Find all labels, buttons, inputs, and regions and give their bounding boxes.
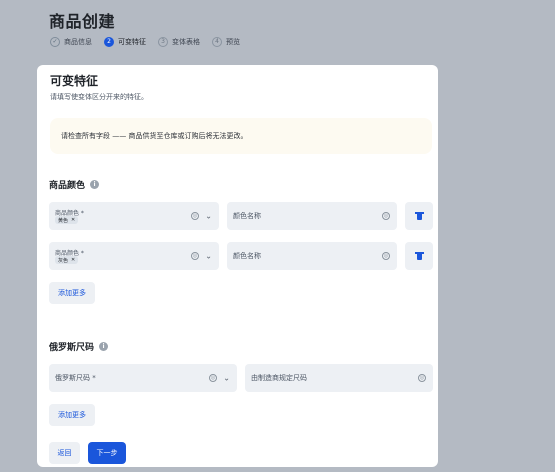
color-select[interactable]: 商品颜色 * 灰色 ✕ ◎ ⌄	[49, 242, 219, 270]
step-label: 商品信息	[64, 38, 92, 46]
color-tag: 黄色 ✕	[55, 216, 79, 224]
size-section-title: 俄罗斯尺码 i	[49, 340, 109, 353]
stepper: ✓ 商品信息 2 可变特征 3 变体表格 4 预览	[50, 36, 252, 48]
color-name-input[interactable]: 颜色名称 ◎	[227, 202, 397, 230]
translate-icon[interactable]: ◎	[209, 374, 217, 382]
size-select[interactable]: 俄罗斯尺码 * ◎ ⌄	[49, 364, 237, 392]
field-placeholder: 俄罗斯尺码 *	[55, 374, 96, 382]
step-variant-table[interactable]: 3 变体表格	[158, 37, 200, 47]
field-placeholder: 颜色名称	[233, 252, 261, 260]
chevron-down-icon[interactable]: ⌄	[205, 252, 212, 261]
maker-size-input[interactable]: 由制造商规定尺码 ◎	[245, 364, 433, 392]
translate-icon[interactable]: ◎	[418, 374, 426, 382]
chevron-down-icon[interactable]: ⌄	[205, 212, 212, 221]
check-icon: ✓	[50, 37, 60, 47]
notice-text: 请检查所有字段 —— 商品供货至仓库或订购后将无法更改。	[61, 132, 248, 140]
translate-icon[interactable]: ◎	[191, 212, 199, 220]
card-subtitle: 请填写使变体区分开来的特征。	[50, 93, 148, 101]
step-product-info[interactable]: ✓ 商品信息	[50, 37, 92, 47]
step-preview[interactable]: 4 预览	[212, 37, 240, 47]
next-button[interactable]: 下一步	[88, 442, 126, 464]
field-placeholder: 颜色名称	[233, 212, 261, 220]
back-button[interactable]: 返回	[49, 442, 80, 464]
chevron-down-icon[interactable]: ⌄	[223, 374, 230, 383]
step-number: 4	[212, 37, 222, 47]
add-more-colors-button[interactable]: 添加更多	[49, 282, 95, 304]
tag-text: 黄色	[58, 217, 69, 224]
step-variable-features[interactable]: 2 可变特征	[104, 37, 146, 47]
card-title: 可变特征	[50, 74, 99, 88]
step-label: 可变特征	[118, 38, 146, 46]
trash-icon	[414, 212, 424, 220]
size-section-label: 俄罗斯尺码	[49, 343, 95, 353]
color-section-title: 商品颜色 i	[49, 178, 100, 191]
tag-text: 灰色	[58, 257, 69, 264]
tag-remove-icon[interactable]: ✕	[71, 257, 75, 263]
translate-icon[interactable]: ◎	[191, 252, 199, 260]
color-name-input[interactable]: 颜色名称 ◎	[227, 242, 397, 270]
delete-button[interactable]	[405, 202, 433, 230]
page-title: 商品创建	[49, 12, 116, 31]
trash-icon	[414, 252, 424, 260]
color-tag: 灰色 ✕	[55, 256, 79, 264]
color-select[interactable]: 商品颜色 * 黄色 ✕ ◎ ⌄	[49, 202, 219, 230]
variable-features-card: 可变特征 请填写使变体区分开来的特征。 请检查所有字段 —— 商品供货至仓库或订…	[37, 65, 438, 467]
translate-icon[interactable]: ◎	[382, 212, 390, 220]
info-icon[interactable]: i	[90, 180, 100, 189]
tag-remove-icon[interactable]: ✕	[71, 217, 75, 223]
step-number: 3	[158, 37, 168, 47]
info-icon[interactable]: i	[99, 342, 109, 351]
delete-button[interactable]	[405, 242, 433, 270]
step-label: 变体表格	[172, 38, 200, 46]
add-more-sizes-button[interactable]: 添加更多	[49, 404, 95, 426]
step-label: 预览	[226, 38, 240, 46]
field-placeholder: 由制造商规定尺码	[251, 374, 307, 382]
warning-notice: 请检查所有字段 —— 商品供货至仓库或订购后将无法更改。	[50, 118, 432, 154]
translate-icon[interactable]: ◎	[382, 252, 390, 260]
color-section-label: 商品颜色	[49, 181, 86, 191]
step-number: 2	[104, 37, 114, 47]
